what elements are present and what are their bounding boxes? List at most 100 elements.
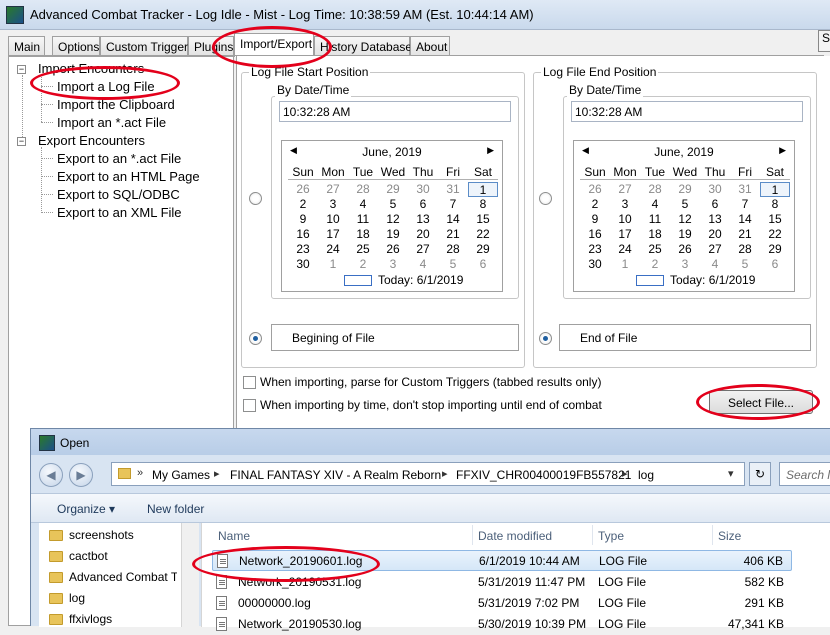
nav-folder-act[interactable]: Advanced Combat Tracker — [69, 570, 177, 584]
calendar-day[interactable]: 10 — [610, 212, 640, 227]
calendar-day[interactable]: 2 — [348, 257, 378, 272]
calendar-day[interactable]: 30 — [288, 257, 318, 272]
calendar-month-label[interactable]: June, 2019 — [282, 145, 502, 159]
calendar-day[interactable]: 10 — [318, 212, 348, 227]
calendar-day[interactable]: 30 — [408, 182, 438, 197]
calendar-day[interactable]: 20 — [408, 227, 438, 242]
calendar-day[interactable]: 3 — [670, 257, 700, 272]
calendar-day[interactable]: 31 — [730, 182, 760, 197]
calendar-day[interactable]: 28 — [438, 242, 468, 257]
select-file-button[interactable]: Select File... — [709, 390, 813, 414]
breadcrumb-character[interactable]: FFXIV_CHR00400019FB557821 — [456, 468, 631, 482]
column-divider[interactable] — [592, 525, 593, 545]
calendar-day[interactable]: 1 — [760, 182, 790, 197]
calendar-month-label[interactable]: June, 2019 — [574, 145, 794, 159]
start-by-date-radio[interactable] — [249, 192, 262, 205]
calendar-day[interactable]: 4 — [408, 257, 438, 272]
tree-export-sql[interactable]: Export to SQL/ODBC — [57, 187, 180, 202]
calendar-day[interactable]: 12 — [378, 212, 408, 227]
tab-about[interactable]: About — [410, 36, 450, 56]
calendar-day[interactable]: 22 — [760, 227, 790, 242]
calendar-day[interactable]: 3 — [318, 197, 348, 212]
calendar-day[interactable]: 2 — [288, 197, 318, 212]
calendar-day[interactable]: 11 — [640, 212, 670, 227]
start-beginning-option[interactable]: Begining of File — [271, 324, 519, 351]
calendar-day[interactable]: 28 — [348, 182, 378, 197]
calendar-day[interactable]: 14 — [438, 212, 468, 227]
address-breadcrumb[interactable]: » My Games ▸ FINAL FANTASY XIV - A Realm… — [111, 462, 745, 486]
calendar-day[interactable]: 14 — [730, 212, 760, 227]
tab-custom-triggers[interactable]: Custom Triggers — [100, 36, 194, 56]
calendar-day[interactable]: 22 — [468, 227, 498, 242]
tree-import-act-file[interactable]: Import an *.act File — [57, 115, 166, 130]
calendar-day[interactable]: 23 — [288, 242, 318, 257]
nav-pane-scrollbar[interactable] — [181, 523, 199, 627]
tree-import-encounters[interactable]: Import Encounters — [38, 61, 144, 76]
breadcrumb-separator-icon[interactable]: ▸ — [214, 467, 220, 480]
calendar-day[interactable]: 7 — [438, 197, 468, 212]
calendar-day[interactable]: 16 — [580, 227, 610, 242]
tab-plugins[interactable]: Plugins — [188, 36, 234, 56]
column-type[interactable]: Type — [598, 529, 624, 543]
tree-import-clipboard[interactable]: Import the Clipboard — [57, 97, 175, 112]
calendar-day[interactable]: 29 — [670, 182, 700, 197]
calendar-day[interactable]: 28 — [640, 182, 670, 197]
calendar-day[interactable]: 19 — [670, 227, 700, 242]
calendar-day[interactable]: 29 — [378, 182, 408, 197]
end-of-file-radio[interactable] — [539, 332, 552, 345]
calendar-day[interactable]: 26 — [378, 242, 408, 257]
calendar-day[interactable]: 5 — [438, 257, 468, 272]
calendar-day[interactable]: 17 — [610, 227, 640, 242]
dont-stop-checkbox[interactable] — [243, 399, 256, 412]
tree-export-encounters[interactable]: Export Encounters — [38, 133, 145, 148]
tab-import-export[interactable]: Import/Export — [234, 33, 314, 57]
calendar-day[interactable]: 4 — [640, 197, 670, 212]
calendar-day[interactable]: 7 — [730, 197, 760, 212]
calendar-day[interactable]: 17 — [318, 227, 348, 242]
dropdown-arrow-icon[interactable]: ▾ — [728, 467, 734, 480]
new-folder-button[interactable]: New folder — [147, 502, 204, 516]
start-time-input[interactable]: 10:32:28 AM — [279, 101, 511, 122]
column-divider[interactable] — [472, 525, 473, 545]
calendar-day[interactable]: 2 — [640, 257, 670, 272]
calendar-day[interactable]: 24 — [318, 242, 348, 257]
calendar-day[interactable]: 1 — [468, 182, 498, 197]
calendar-day[interactable]: 16 — [288, 227, 318, 242]
calendar-next-icon[interactable]: ▶ — [487, 145, 494, 156]
start-calendar[interactable]: ◀ June, 2019 ▶ Sun Mon Tue Wed Thu Fri Sat 26 27… — [281, 140, 503, 292]
calendar-day[interactable]: 20 — [700, 227, 730, 242]
file-row[interactable]: 00000000.log 5/31/2019 7:02 PM LOG File … — [212, 593, 792, 614]
calendar-day[interactable]: 15 — [760, 212, 790, 227]
tree-export-xml[interactable]: Export to an XML File — [57, 205, 182, 220]
file-row[interactable]: Network_20190530.log 5/30/2019 10:39 PM … — [212, 614, 792, 635]
calendar-day[interactable]: 27 — [610, 182, 640, 197]
calendar-day[interactable]: 25 — [640, 242, 670, 257]
parse-triggers-checkbox[interactable] — [243, 376, 256, 389]
column-divider[interactable] — [712, 525, 713, 545]
calendar-day[interactable]: 12 — [670, 212, 700, 227]
nav-folder-ffxivlogs[interactable]: ffxivlogs — [69, 612, 112, 626]
calendar-day[interactable]: 1 — [318, 257, 348, 272]
calendar-day[interactable]: 6 — [468, 257, 498, 272]
nav-folder-log[interactable]: log — [69, 591, 85, 605]
breadcrumb-ffxiv[interactable]: FINAL FANTASY XIV - A Realm Reborn — [230, 468, 441, 482]
calendar-day[interactable]: 9 — [580, 212, 610, 227]
nav-folder-cactbot[interactable]: cactbot — [69, 549, 108, 563]
tab-options[interactable]: Options — [52, 36, 100, 56]
tree-export-html[interactable]: Export to an HTML Page — [57, 169, 200, 184]
calendar-day[interactable]: 4 — [348, 197, 378, 212]
calendar-day[interactable]: 3 — [378, 257, 408, 272]
calendar-today-label[interactable]: Today: 6/1/2019 — [378, 273, 463, 287]
calendar-day[interactable]: 27 — [700, 242, 730, 257]
calendar-day[interactable]: 24 — [610, 242, 640, 257]
breadcrumb-separator-icon[interactable]: ▸ — [622, 467, 628, 480]
end-time-input[interactable]: 10:32:28 AM — [571, 101, 803, 122]
calendar-day[interactable]: 5 — [670, 197, 700, 212]
end-by-date-radio[interactable] — [539, 192, 552, 205]
calendar-day[interactable]: 4 — [700, 257, 730, 272]
forward-arrow-icon[interactable]: ▶ — [69, 463, 93, 487]
calendar-day[interactable]: 19 — [378, 227, 408, 242]
breadcrumb-log[interactable]: log — [638, 468, 654, 482]
calendar-day[interactable]: 18 — [640, 227, 670, 242]
back-arrow-icon[interactable]: ◀ — [39, 463, 63, 487]
